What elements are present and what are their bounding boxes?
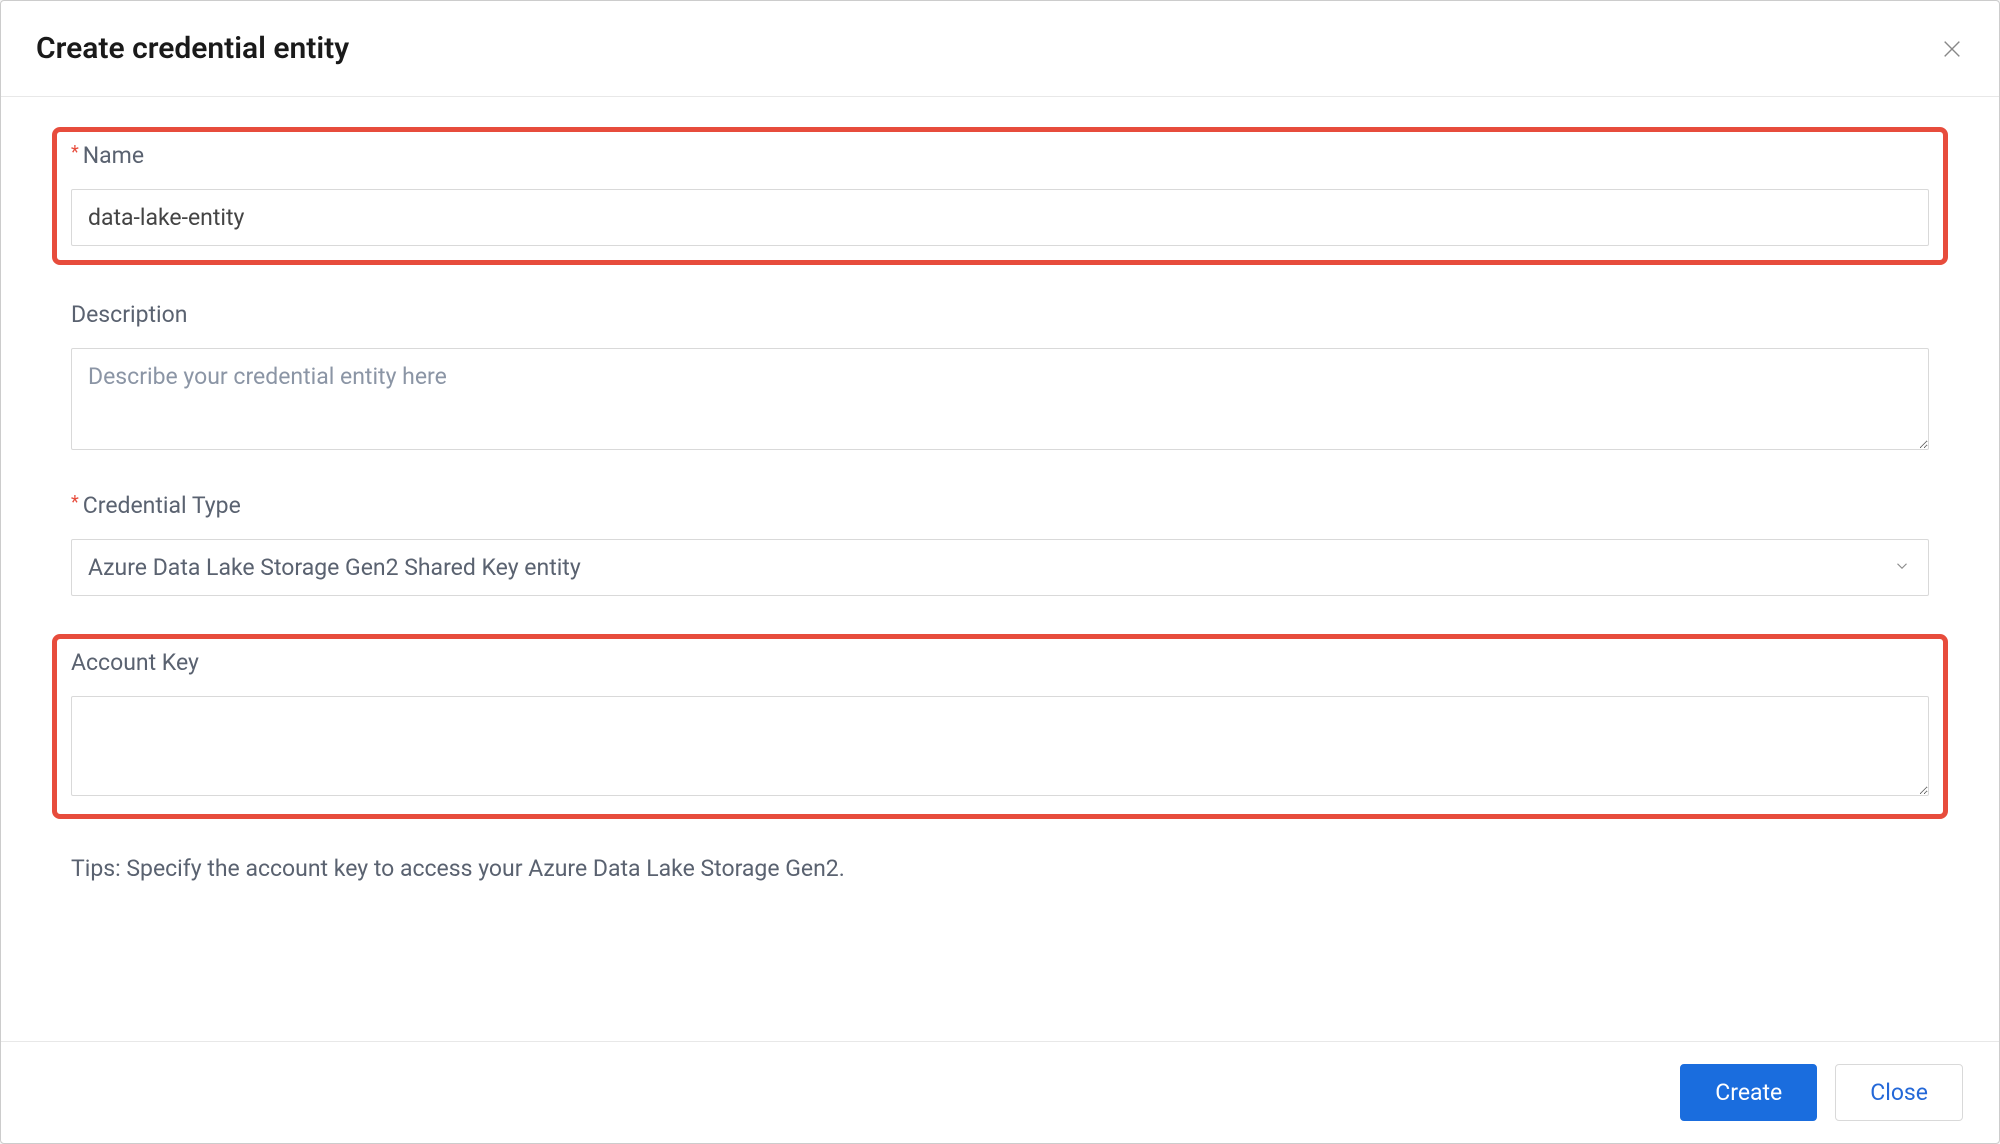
dialog-body: *Name Description *Credential Type Azure… xyxy=(1,97,1999,1041)
credential-type-label: *Credential Type xyxy=(71,492,1929,519)
credential-type-select-wrapper: Azure Data Lake Storage Gen2 Shared Key … xyxy=(71,539,1929,596)
tips-text: Tips: Specify the account key to access … xyxy=(71,855,845,882)
description-label: Description xyxy=(71,301,1929,328)
description-field-group: Description xyxy=(71,301,1929,454)
create-credential-dialog: Create credential entity *Name Descripti… xyxy=(0,0,2000,1144)
dialog-footer: Create Close xyxy=(1,1041,1999,1143)
dialog-header: Create credential entity xyxy=(1,1,1999,97)
name-label: *Name xyxy=(71,142,1929,169)
required-asterisk: * xyxy=(71,492,79,513)
credential-type-value: Azure Data Lake Storage Gen2 Shared Key … xyxy=(88,554,581,581)
tips-wrapper: Tips: Specify the account key to access … xyxy=(71,855,1929,882)
create-button[interactable]: Create xyxy=(1680,1064,1817,1121)
close-icon[interactable] xyxy=(1940,37,1964,61)
credential-type-select[interactable]: Azure Data Lake Storage Gen2 Shared Key … xyxy=(71,539,1929,596)
required-asterisk: * xyxy=(71,142,79,163)
account-key-label: Account Key xyxy=(71,649,1929,676)
close-button[interactable]: Close xyxy=(1835,1064,1963,1121)
account-key-field-group: Account Key xyxy=(52,634,1948,819)
description-input[interactable] xyxy=(71,348,1929,450)
account-key-input[interactable] xyxy=(71,696,1929,796)
name-field-group: *Name xyxy=(52,127,1948,265)
credential-type-field-group: *Credential Type Azure Data Lake Storage… xyxy=(71,492,1929,596)
dialog-title: Create credential entity xyxy=(36,31,349,66)
name-input[interactable] xyxy=(71,189,1929,246)
